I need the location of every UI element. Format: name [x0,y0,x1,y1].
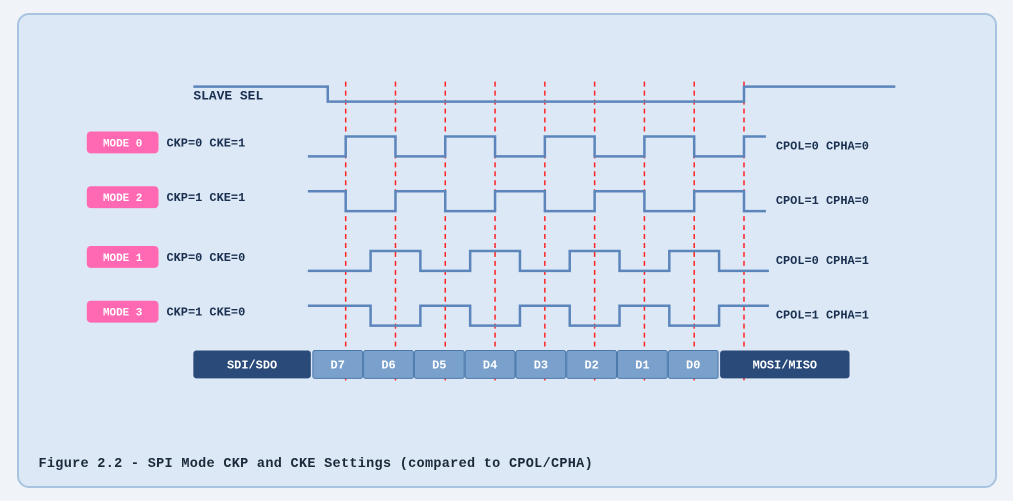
svg-text:D5: D5 [432,358,446,372]
svg-text:CKP=0 CKE=0: CKP=0 CKE=0 [166,251,245,265]
svg-text:CKP=0 CKE=1: CKP=0 CKE=1 [166,136,245,150]
svg-text:CPOL=1 CPHA=1: CPOL=1 CPHA=1 [775,309,868,323]
svg-text:D1: D1 [635,358,649,372]
svg-text:D7: D7 [330,358,344,372]
svg-text:MOSI/MISO: MOSI/MISO [752,358,816,372]
svg-text:SDI/SDO: SDI/SDO [227,358,277,372]
svg-text:CKP=1 CKE=1: CKP=1 CKE=1 [166,191,245,205]
svg-text:CPOL=0 CPHA=1: CPOL=0 CPHA=1 [775,254,868,268]
svg-text:D2: D2 [584,358,598,372]
diagram-svg-container: SLAVE SEL MODE 0 CKP=0 CKE=1 CPOL=0 CPHA… [39,33,975,449]
svg-text:SLAVE SEL: SLAVE SEL [193,89,263,104]
svg-text:CPOL=0 CPHA=0: CPOL=0 CPHA=0 [775,139,868,153]
svg-text:D0: D0 [686,358,700,372]
svg-text:CKP=1 CKE=0: CKP=1 CKE=0 [166,306,245,320]
svg-text:MODE 2: MODE 2 [102,193,141,205]
svg-text:CPOL=1 CPHA=0: CPOL=1 CPHA=0 [775,194,868,208]
svg-text:MODE 3: MODE 3 [102,308,142,320]
svg-text:D3: D3 [533,358,547,372]
svg-text:MODE 1: MODE 1 [102,253,142,265]
svg-text:D6: D6 [381,358,395,372]
svg-text:MODE 0: MODE 0 [102,138,141,150]
figure-caption: Figure 2.2 - SPI Mode CKP and CKE Settin… [39,457,975,472]
figure-container: SLAVE SEL MODE 0 CKP=0 CKE=1 CPOL=0 CPHA… [17,13,997,488]
svg-text:D4: D4 [482,358,496,372]
